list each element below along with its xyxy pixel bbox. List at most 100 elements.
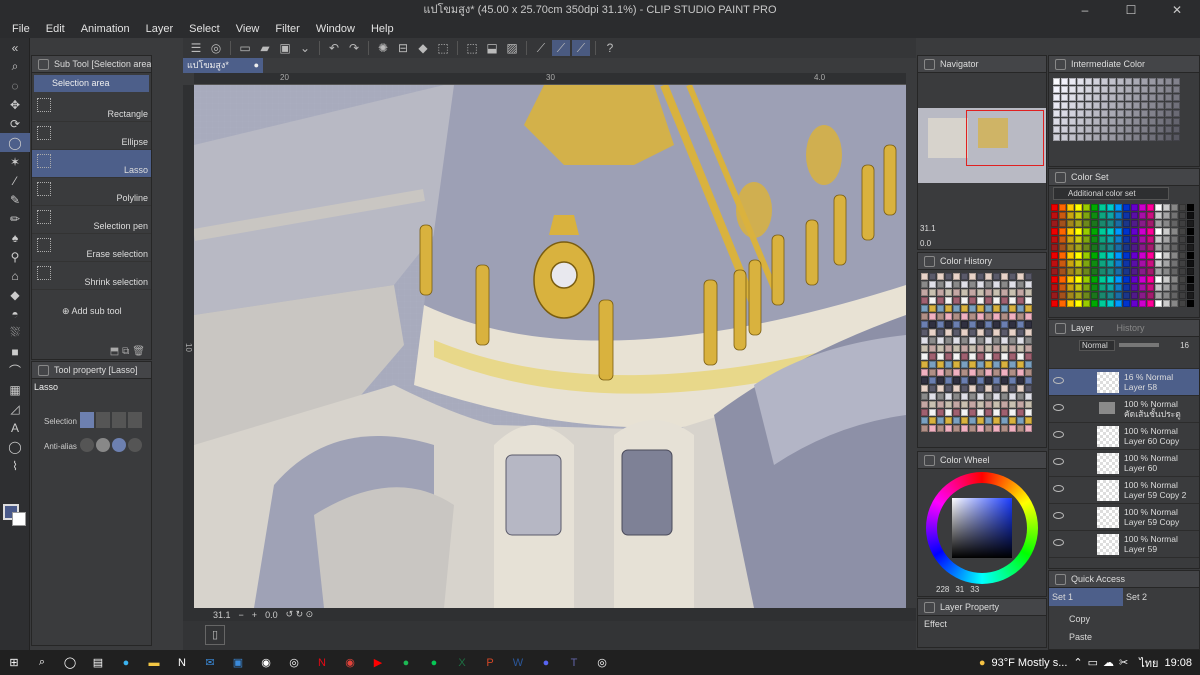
- color-swatch[interactable]: [969, 353, 976, 360]
- color-swatch[interactable]: [1115, 204, 1122, 211]
- color-swatch[interactable]: [969, 409, 976, 416]
- color-swatch[interactable]: [1059, 236, 1066, 243]
- color-swatch[interactable]: [953, 417, 960, 424]
- color-swatch[interactable]: [961, 369, 968, 376]
- color-swatch[interactable]: [1075, 228, 1082, 235]
- color-swatch[interactable]: [1099, 300, 1106, 307]
- color-swatch[interactable]: [929, 281, 936, 288]
- color-swatch[interactable]: [1131, 268, 1138, 275]
- color-swatch[interactable]: [953, 425, 960, 432]
- color-swatch[interactable]: [1123, 276, 1130, 283]
- transform-icon[interactable]: ⬚: [434, 40, 452, 56]
- color-swatch[interactable]: [1085, 134, 1092, 141]
- color-swatch[interactable]: [937, 297, 944, 304]
- save-icon[interactable]: ▣: [276, 40, 294, 56]
- color-swatch[interactable]: [1117, 134, 1124, 141]
- color-swatch[interactable]: [1009, 377, 1016, 384]
- color-swatch[interactable]: [1157, 94, 1164, 101]
- color-swatch[interactable]: [969, 417, 976, 424]
- color-swatch[interactable]: [985, 329, 992, 336]
- color-swatch[interactable]: [921, 313, 928, 320]
- color-swatch[interactable]: [1109, 86, 1116, 93]
- color-swatch[interactable]: [937, 313, 944, 320]
- quick-paste[interactable]: Paste: [1069, 628, 1199, 646]
- color-swatch[interactable]: [1017, 313, 1024, 320]
- color-swatch[interactable]: [1017, 281, 1024, 288]
- color-swatch[interactable]: [1051, 300, 1058, 307]
- color-swatch[interactable]: [1069, 102, 1076, 109]
- color-swatch[interactable]: [1001, 281, 1008, 288]
- color-swatch[interactable]: [1017, 297, 1024, 304]
- color-swatch[interactable]: [1165, 110, 1172, 117]
- color-swatch[interactable]: [953, 385, 960, 392]
- color-swatch[interactable]: [985, 409, 992, 416]
- color-swatch[interactable]: [1139, 292, 1146, 299]
- color-swatch[interactable]: [1101, 102, 1108, 109]
- color-swatch[interactable]: [1101, 78, 1108, 85]
- color-swatch[interactable]: [1149, 126, 1156, 133]
- color-swatch[interactable]: [1069, 118, 1076, 125]
- color-swatch[interactable]: [937, 409, 944, 416]
- color-swatch[interactable]: [1101, 118, 1108, 125]
- color-swatch[interactable]: [1139, 260, 1146, 267]
- color-swatch[interactable]: [1139, 268, 1146, 275]
- layer-row[interactable]: 100 % Normal Layer 59: [1049, 531, 1199, 558]
- color-swatch[interactable]: [1139, 244, 1146, 251]
- color-swatch[interactable]: [921, 425, 928, 432]
- color-swatch[interactable]: [1133, 102, 1140, 109]
- color-swatch[interactable]: [1125, 126, 1132, 133]
- redo-icon[interactable]: ↷: [345, 40, 363, 56]
- color-swatch[interactable]: [969, 289, 976, 296]
- color-swatch[interactable]: [1067, 220, 1074, 227]
- color-swatch[interactable]: [1155, 228, 1162, 235]
- color-swatch[interactable]: [921, 417, 928, 424]
- color-swatch[interactable]: [1147, 260, 1154, 267]
- color-swatch[interactable]: [1133, 126, 1140, 133]
- color-swatch[interactable]: [1187, 244, 1194, 251]
- color-swatch[interactable]: [1131, 276, 1138, 283]
- color-swatch[interactable]: [1125, 134, 1132, 141]
- color-swatch[interactable]: [1077, 110, 1084, 117]
- color-swatch[interactable]: [993, 313, 1000, 320]
- color-swatch[interactable]: [1075, 292, 1082, 299]
- color-swatch[interactable]: [1083, 260, 1090, 267]
- color-swatch[interactable]: [1067, 260, 1074, 267]
- operation-tool-icon[interactable]: ◌: [0, 76, 30, 95]
- color-swatch[interactable]: [969, 425, 976, 432]
- sub-color-swatch[interactable]: [12, 512, 26, 526]
- color-swatch[interactable]: [1123, 228, 1130, 235]
- color-swatch[interactable]: [1025, 353, 1032, 360]
- blend-tool-icon[interactable]: ◓: [0, 304, 30, 323]
- color-swatch[interactable]: [1025, 377, 1032, 384]
- color-swatch[interactable]: [1125, 86, 1132, 93]
- eye-icon[interactable]: [1053, 404, 1064, 411]
- chrome-2-icon[interactable]: ◉: [336, 650, 364, 675]
- color-swatch[interactable]: [1093, 134, 1100, 141]
- layer-row[interactable]: 100 % Normal Layer 59 Copy: [1049, 504, 1199, 531]
- color-swatch[interactable]: [1009, 297, 1016, 304]
- color-swatch[interactable]: [921, 345, 928, 352]
- color-swatch[interactable]: [937, 401, 944, 408]
- color-swatch[interactable]: [1163, 228, 1170, 235]
- color-swatch[interactable]: [1051, 204, 1058, 211]
- color-swatch[interactable]: [993, 393, 1000, 400]
- color-swatch[interactable]: [1061, 86, 1068, 93]
- color-swatch[interactable]: [1171, 212, 1178, 219]
- color-swatch[interactable]: [937, 393, 944, 400]
- color-swatch[interactable]: [977, 273, 984, 280]
- color-swatch[interactable]: [1017, 401, 1024, 408]
- color-swatch[interactable]: [977, 417, 984, 424]
- color-swatch[interactable]: [1141, 102, 1148, 109]
- color-swatch[interactable]: [1125, 110, 1132, 117]
- color-swatch[interactable]: [1155, 300, 1162, 307]
- clip-studio-active-icon[interactable]: ◎: [588, 650, 616, 675]
- color-swatch[interactable]: [945, 329, 952, 336]
- color-swatch[interactable]: [1009, 417, 1016, 424]
- color-swatch[interactable]: [1001, 361, 1008, 368]
- color-swatch[interactable]: [1085, 126, 1092, 133]
- minimize-icon[interactable]: –: [1062, 0, 1108, 20]
- color-swatch[interactable]: [1171, 236, 1178, 243]
- color-swatch[interactable]: [953, 345, 960, 352]
- color-swatch[interactable]: [1147, 220, 1154, 227]
- color-swatch[interactable]: [1149, 102, 1156, 109]
